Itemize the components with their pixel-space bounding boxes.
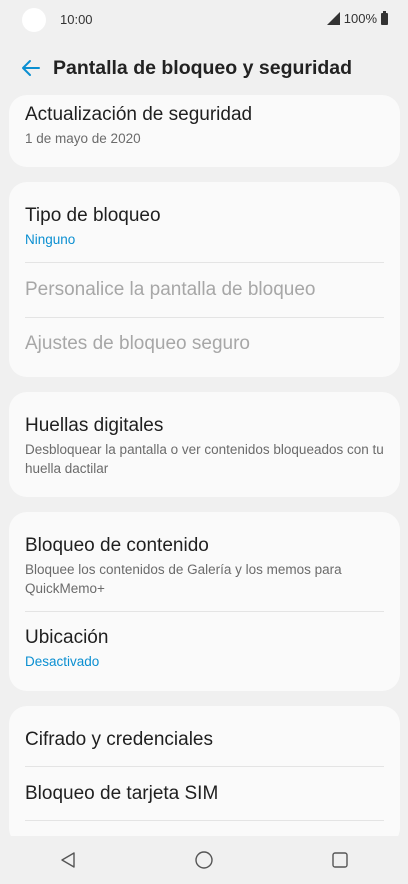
item-sim-card-lock[interactable]: Bloqueo de tarjeta SIM xyxy=(25,782,384,806)
item-security-update[interactable]: Actualización de seguridad 1 de mayo de … xyxy=(25,103,384,148)
app-bar: Pantalla de bloqueo y seguridad xyxy=(0,44,408,92)
divider xyxy=(25,611,384,612)
item-subtitle: Bloquee los contenidos de Galería y los … xyxy=(25,562,342,596)
item-title: Tipo de bloqueo xyxy=(25,205,161,226)
card-fingerprints: Huellas digitales Desbloquear la pantall… xyxy=(9,392,400,497)
nav-home-button[interactable] xyxy=(192,848,216,872)
status-time: 10:00 xyxy=(60,12,93,27)
item-customize-lock-screen: Personalice la pantalla de bloqueo xyxy=(25,278,384,302)
item-title: Personalice la pantalla de bloqueo xyxy=(25,279,316,300)
item-subtitle: Ninguno xyxy=(25,232,76,247)
item-title: Cifrado y credenciales xyxy=(25,729,213,750)
item-content-lock[interactable]: Bloqueo de contenido Bloquee los conteni… xyxy=(25,534,384,598)
card-security-update: Actualización de seguridad 1 de mayo de … xyxy=(9,95,400,167)
divider xyxy=(25,820,384,821)
item-subtitle: Desbloquear la pantalla o ver contenidos… xyxy=(25,442,384,476)
item-title: Ubicación xyxy=(25,627,109,648)
status-indicators: 100% xyxy=(326,10,388,26)
item-fingerprints[interactable]: Huellas digitales Desbloquear la pantall… xyxy=(25,414,384,478)
item-secure-lock-settings: Ajustes de bloqueo seguro xyxy=(25,332,384,356)
divider xyxy=(25,317,384,318)
page-title: Pantalla de bloqueo y seguridad xyxy=(53,56,353,79)
nav-recents-button[interactable] xyxy=(328,848,352,872)
item-location[interactable]: Ubicación Desactivado xyxy=(25,626,384,671)
item-title: Actualización de seguridad xyxy=(25,104,253,125)
card-lock-settings: Tipo de bloqueo Ninguno Personalice la p… xyxy=(9,182,400,377)
recents-square-icon xyxy=(332,852,348,868)
battery-icon xyxy=(381,10,388,25)
divider xyxy=(25,766,384,767)
status-camera-cutout xyxy=(22,8,46,32)
back-triangle-icon xyxy=(61,852,75,868)
item-title: Huellas digitales xyxy=(25,415,164,436)
item-encryption-credentials[interactable]: Cifrado y credenciales xyxy=(25,728,384,752)
back-arrow-icon[interactable] xyxy=(19,56,43,80)
card-encryption-sim: Cifrado y credenciales Bloqueo de tarjet… xyxy=(9,706,400,846)
status-bar: 10:00 100% xyxy=(0,0,408,40)
card-content-location: Bloqueo de contenido Bloquee los conteni… xyxy=(9,512,400,691)
item-title: Bloqueo de contenido xyxy=(25,535,209,556)
divider xyxy=(25,262,384,263)
navigation-bar xyxy=(0,836,408,884)
item-subtitle: 1 de mayo de 2020 xyxy=(25,131,141,146)
item-title: Ajustes de bloqueo seguro xyxy=(25,333,250,354)
home-circle-icon xyxy=(195,851,213,869)
item-title: Bloqueo de tarjeta SIM xyxy=(25,783,219,804)
item-lock-type[interactable]: Tipo de bloqueo Ninguno xyxy=(25,204,384,249)
battery-percent: 100% xyxy=(343,11,377,26)
signal-icon xyxy=(326,12,340,25)
nav-back-button[interactable] xyxy=(56,848,80,872)
item-subtitle: Desactivado xyxy=(25,654,100,669)
